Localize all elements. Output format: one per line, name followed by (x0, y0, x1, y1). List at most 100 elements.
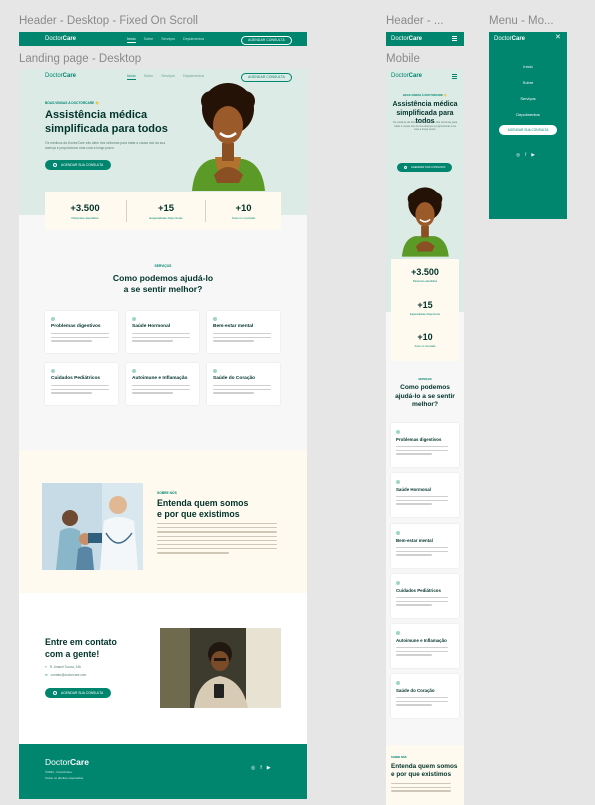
footer: DoctorCare ©2022 - DoctorCare. Todos os … (19, 744, 307, 799)
menu-item-servicos[interactable]: Serviços (489, 91, 567, 107)
frame-label-landing-desktop: Landing page - Desktop (19, 53, 142, 65)
logo[interactable]: DoctorCare (45, 36, 76, 42)
mail-icon: ✉ (45, 673, 48, 677)
hero-text: Os médicos da DoctorCare vão além dos si… (392, 121, 458, 132)
close-icon[interactable]: ✕ (555, 33, 561, 41)
youtube-icon[interactable]: ▶ (267, 765, 276, 771)
services-title: Como podemos ajudá-lo a se sentir melhor? (112, 273, 214, 294)
nav-link-inicio[interactable]: Início (127, 37, 136, 43)
contact-section: Entre em contato com a gente! ⌖ R. Amauri … (19, 593, 307, 744)
service-icon (51, 369, 55, 373)
service-card: Problemas digestivos (391, 423, 459, 467)
map-pin-icon: ⌖ (45, 665, 47, 669)
stat-item: +3.500 Pacientes atendidos (411, 267, 439, 283)
service-card: Cuidados Pediátricos (391, 574, 459, 618)
menu-icon[interactable] (452, 74, 457, 79)
service-icon (396, 531, 400, 535)
logo[interactable]: DoctorCare (45, 73, 76, 79)
stat-item: +15 Especialistas disponíveis (149, 203, 183, 220)
mobile-menu-list: Início Sobre Serviços Depoimentos (489, 59, 567, 123)
menu-icon[interactable] (452, 36, 457, 41)
cta-pill-button[interactable]: AGENDAR CONSULTA (241, 72, 292, 82)
service-icon (396, 430, 400, 434)
footer-rights: Todos os direitos reservados. (45, 776, 85, 780)
hero-schedule-button[interactable]: AGENDAR SUA CONSULTA (45, 160, 112, 170)
service-icon (132, 369, 136, 373)
contact-email[interactable]: ✉ contato@doctorcare.com (45, 673, 86, 677)
frame-label-header-mobile: Header - ... (386, 15, 444, 27)
nav-link-servicos[interactable]: Serviços (161, 74, 175, 80)
service-card: Saúde do Coração (207, 363, 280, 405)
landing-page-desktop: DoctorCare Início Sobre Serviços Depoime… (19, 69, 307, 799)
mobile-stats: +3.500 Pacientes atendidos +15 Especiali… (391, 259, 459, 361)
contact-title: Entre em contato com a gente! (45, 637, 117, 659)
services-eyebrow: SERVIÇOS (154, 264, 172, 268)
hero-doctor-image (192, 83, 265, 191)
service-card: Cuidados Pediátricos (45, 363, 118, 405)
nav-link-inicio[interactable]: Início (127, 74, 136, 80)
stat-item: +15 Especialistas disponíveis (410, 300, 440, 316)
service-icon (213, 369, 217, 373)
menu-social: ◎f▶ (489, 152, 567, 158)
stat-item: +3.500 Pacientes atendidos (70, 203, 100, 220)
frame-label-header-desktop: Header - Desktop - Fixed On Scroll (19, 15, 198, 27)
whatsapp-icon (53, 163, 57, 167)
logo[interactable]: DoctorCare (494, 36, 525, 42)
hero-eyebrow: BOAS-VINDAS À DOCTORCARE 👋 (403, 94, 447, 97)
hero-text: Os médicos da DoctorCare vão além dos si… (45, 141, 166, 150)
about-text (157, 523, 277, 554)
contact-address: ⌖ R. Amauri Souza, 346 (45, 665, 81, 669)
instagram-icon[interactable]: ◎ (516, 152, 525, 157)
hero-title: Assistência médica simplificada para todo… (45, 109, 168, 135)
service-icon (396, 480, 400, 484)
whatsapp-icon (53, 691, 57, 695)
about-title: Entenda quem somos e por que existimos (157, 498, 249, 519)
frame-label-mobile: Mobile (386, 53, 420, 65)
nav-link-depoimentos[interactable]: Depoimentos (183, 74, 204, 80)
logo[interactable]: DoctorCare (391, 73, 422, 79)
nav-link-servicos[interactable]: Serviços (161, 37, 175, 43)
menu-schedule-button[interactable]: AGENDAR SUA CONSULTA (499, 125, 557, 135)
menu-item-sobre[interactable]: Sobre (489, 75, 567, 91)
frame-label-menu-mobile: Menu - Mo... (489, 15, 554, 27)
services-heading: SERVIÇOS Como podemos ajudá-lo a se senti… (19, 264, 307, 295)
service-card: Problemas digestivos (45, 311, 118, 353)
main-nav: Início Sobre Serviços Depoimentos (127, 37, 204, 43)
youtube-icon[interactable]: ▶ (531, 152, 539, 157)
menu-item-depoimentos[interactable]: Depoimentos (489, 107, 567, 123)
hero-doctor-image (401, 187, 449, 257)
stat-item: +10 Anos no mercado (414, 332, 436, 348)
service-icon (396, 631, 400, 635)
service-card: Bem-estar mental (207, 311, 280, 353)
service-icon (396, 581, 400, 585)
nav-link-depoimentos[interactable]: Depoimentos (183, 37, 204, 43)
logo[interactable]: DoctorCare (391, 36, 422, 42)
service-icon (132, 317, 136, 321)
contact-man-phone-image (160, 628, 281, 708)
hero-eyebrow: BOAS-VINDAS À DOCTORCARE 👋 (45, 101, 100, 105)
nav-link-sobre[interactable]: Sobre (144, 37, 154, 43)
service-card: Autoimune e Inflamação (391, 624, 459, 668)
cta-pill-button[interactable]: AGENDAR CONSULTA (241, 35, 292, 45)
service-icon (396, 681, 400, 685)
menu-mobile: DoctorCare ✕ Início Sobre Serviços Depoi… (489, 32, 567, 219)
nav-link-sobre[interactable]: Sobre (144, 74, 154, 80)
whatsapp-icon (404, 166, 407, 169)
header-mobile: DoctorCare (386, 32, 464, 46)
about-doctor-child-image (42, 483, 143, 570)
services-heading: SERVIÇOS Como podemos ajudá-lo a se senti… (395, 378, 455, 408)
service-icon (213, 317, 217, 321)
contact-schedule-button[interactable]: AGENDAR SUA CONSULTA (45, 688, 112, 698)
header-desktop-fixed: DoctorCare Início Sobre Serviços Depoime… (19, 32, 307, 46)
instagram-icon[interactable]: ◎ (251, 765, 260, 771)
service-card: Bem-estar mental (391, 524, 459, 568)
service-icon (51, 317, 55, 321)
footer-social: ◎f▶ (251, 765, 276, 771)
hero-schedule-button[interactable]: AGENDAR SUA CONSULTA (397, 163, 453, 172)
about-section: SOBRE NÓS Entenda quem somos e por que ex… (19, 450, 307, 593)
service-card: Autoimune e Inflamação (126, 363, 199, 405)
stats-bar: +3.500 Pacientes atendidos +15 Especiali… (45, 192, 281, 230)
footer-logo[interactable]: DoctorCare (45, 757, 89, 767)
hero-nav: Início Sobre Serviços Depoimentos (127, 74, 204, 80)
menu-item-inicio[interactable]: Início (489, 59, 567, 75)
